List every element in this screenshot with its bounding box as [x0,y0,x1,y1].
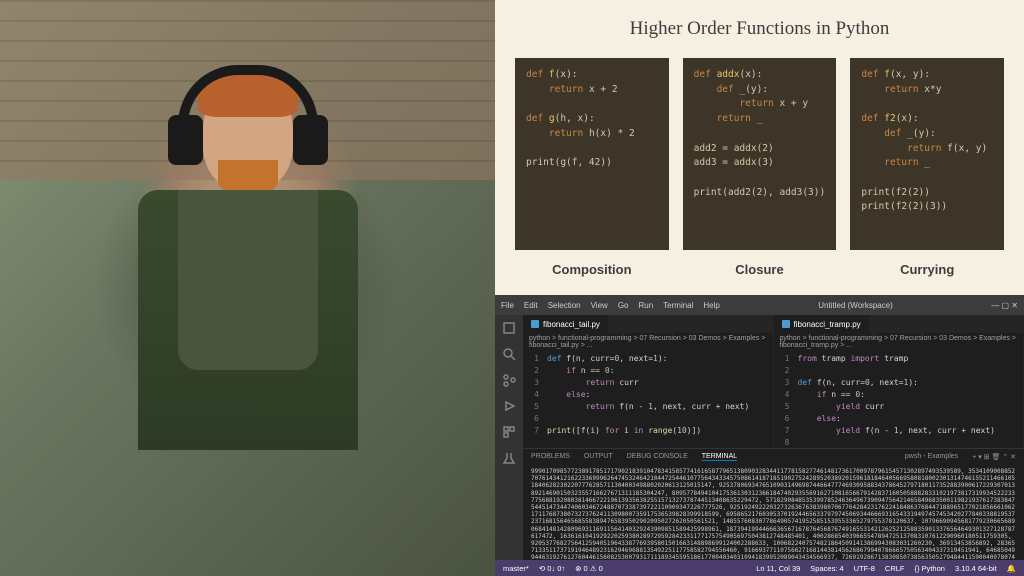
panel-tabs: PROBLEMS OUTPUT DEBUG CONSOLE TERMINAL p… [523,448,1024,464]
pane-right: fibonacci_tramp.py python > functional-p… [774,315,1024,448]
cursor-pos[interactable]: Ln 11, Col 39 [756,564,800,573]
menu-help[interactable]: Help [703,301,719,310]
code-composition: def f(x): return x + 2 def g(h, x): retu… [515,58,669,250]
presenter-photo [0,0,495,576]
code-closure: def addx(x): def _(y): return x + y retu… [683,58,837,250]
encoding[interactable]: UTF-8 [854,564,875,573]
example-currying: def f(x, y): return x*y def f2(x): def _… [850,58,1004,277]
tab-terminal[interactable]: TERMINAL [702,453,737,461]
tab-problems[interactable]: PROBLEMS [531,453,570,460]
breadcrumb-left[interactable]: python > functional-programming > 07 Rec… [523,333,773,351]
gutter-right: 123456789101112 [774,351,794,448]
menu-file[interactable]: File [501,301,514,310]
tab-debug[interactable]: DEBUG CONSOLE [627,453,688,460]
terminal-selector[interactable]: pwsh - Examples [905,453,958,460]
menu-edit[interactable]: Edit [524,301,538,310]
diagnostics[interactable]: ⊗ 0 ⚠ 0 [575,564,603,573]
menu-go[interactable]: Go [618,301,629,310]
git-branch[interactable]: master* [503,564,529,573]
tab-fib-tail[interactable]: fibonacci_tail.py [523,315,608,333]
indent[interactable]: Spaces: 4 [810,564,843,573]
example-composition: def f(x): return x + 2 def g(h, x): retu… [515,58,669,277]
scm-icon[interactable] [502,373,516,387]
extensions-icon[interactable] [502,425,516,439]
example-closure: def addx(x): def _(y): return x + y retu… [683,58,837,277]
tab-fib-tramp[interactable]: fibonacci_tramp.py [774,315,869,333]
workspace-title: Untitled (Workspace) [818,301,893,310]
language[interactable]: {} Python [915,564,945,573]
activity-bar [495,315,523,560]
debug-icon[interactable] [502,399,516,413]
notifications-icon[interactable]: 🔔 [1007,564,1016,573]
examples-row: def f(x): return x + 2 def g(h, x): retu… [515,58,1004,277]
menu-terminal[interactable]: Terminal [663,301,693,310]
status-bar: master* ⟲ 0↓ 0↑ ⊗ 0 ⚠ 0 Ln 11, Col 39 Sp… [495,560,1024,576]
tab-output[interactable]: OUTPUT [584,453,613,460]
source-right[interactable]: from tramp import tramp def f(n, curr=0,… [794,351,1024,448]
git-sync[interactable]: ⟲ 0↓ 0↑ [539,564,565,573]
label-composition: Composition [515,262,669,277]
window-controls[interactable]: — ▢ ✕ [991,301,1018,310]
titlebar: File Edit Selection View Go Run Terminal… [495,295,1024,315]
breadcrumb-right[interactable]: python > functional-programming > 07 Rec… [774,333,1024,351]
label-closure: Closure [683,262,837,277]
panel-actions[interactable]: + ▾ ⊞ 🗑 ⌃ ✕ [972,453,1016,461]
menu-view[interactable]: View [591,301,608,310]
label-currying: Currying [850,262,1004,277]
menu-run[interactable]: Run [638,301,653,310]
source-left[interactable]: def f(n, curr=0, next=1): if n == 0: ret… [543,351,773,448]
gutter-left: 1234567 [523,351,543,448]
terminal-output: 9990170985772389178517179021839104783415… [531,468,1016,560]
slide-title: Higher Order Functions in Python [515,18,1004,40]
code-currying: def f(x, y): return x*y def f2(x): def _… [850,58,1004,250]
eol[interactable]: CRLF [885,564,905,573]
python-ver[interactable]: 3.10.4 64-bit [955,564,997,573]
explorer-icon[interactable] [502,321,516,335]
testing-icon[interactable] [502,451,516,465]
pane-left: fibonacci_tail.py python > functional-pr… [523,315,774,448]
terminal[interactable]: 9990170985772389178517179021839104783415… [523,464,1024,560]
search-icon[interactable] [502,347,516,361]
vscode-window: File Edit Selection View Go Run Terminal… [495,295,1024,576]
slide-panel: Higher Order Functions in Python def f(x… [495,0,1024,295]
menu-selection[interactable]: Selection [548,301,581,310]
